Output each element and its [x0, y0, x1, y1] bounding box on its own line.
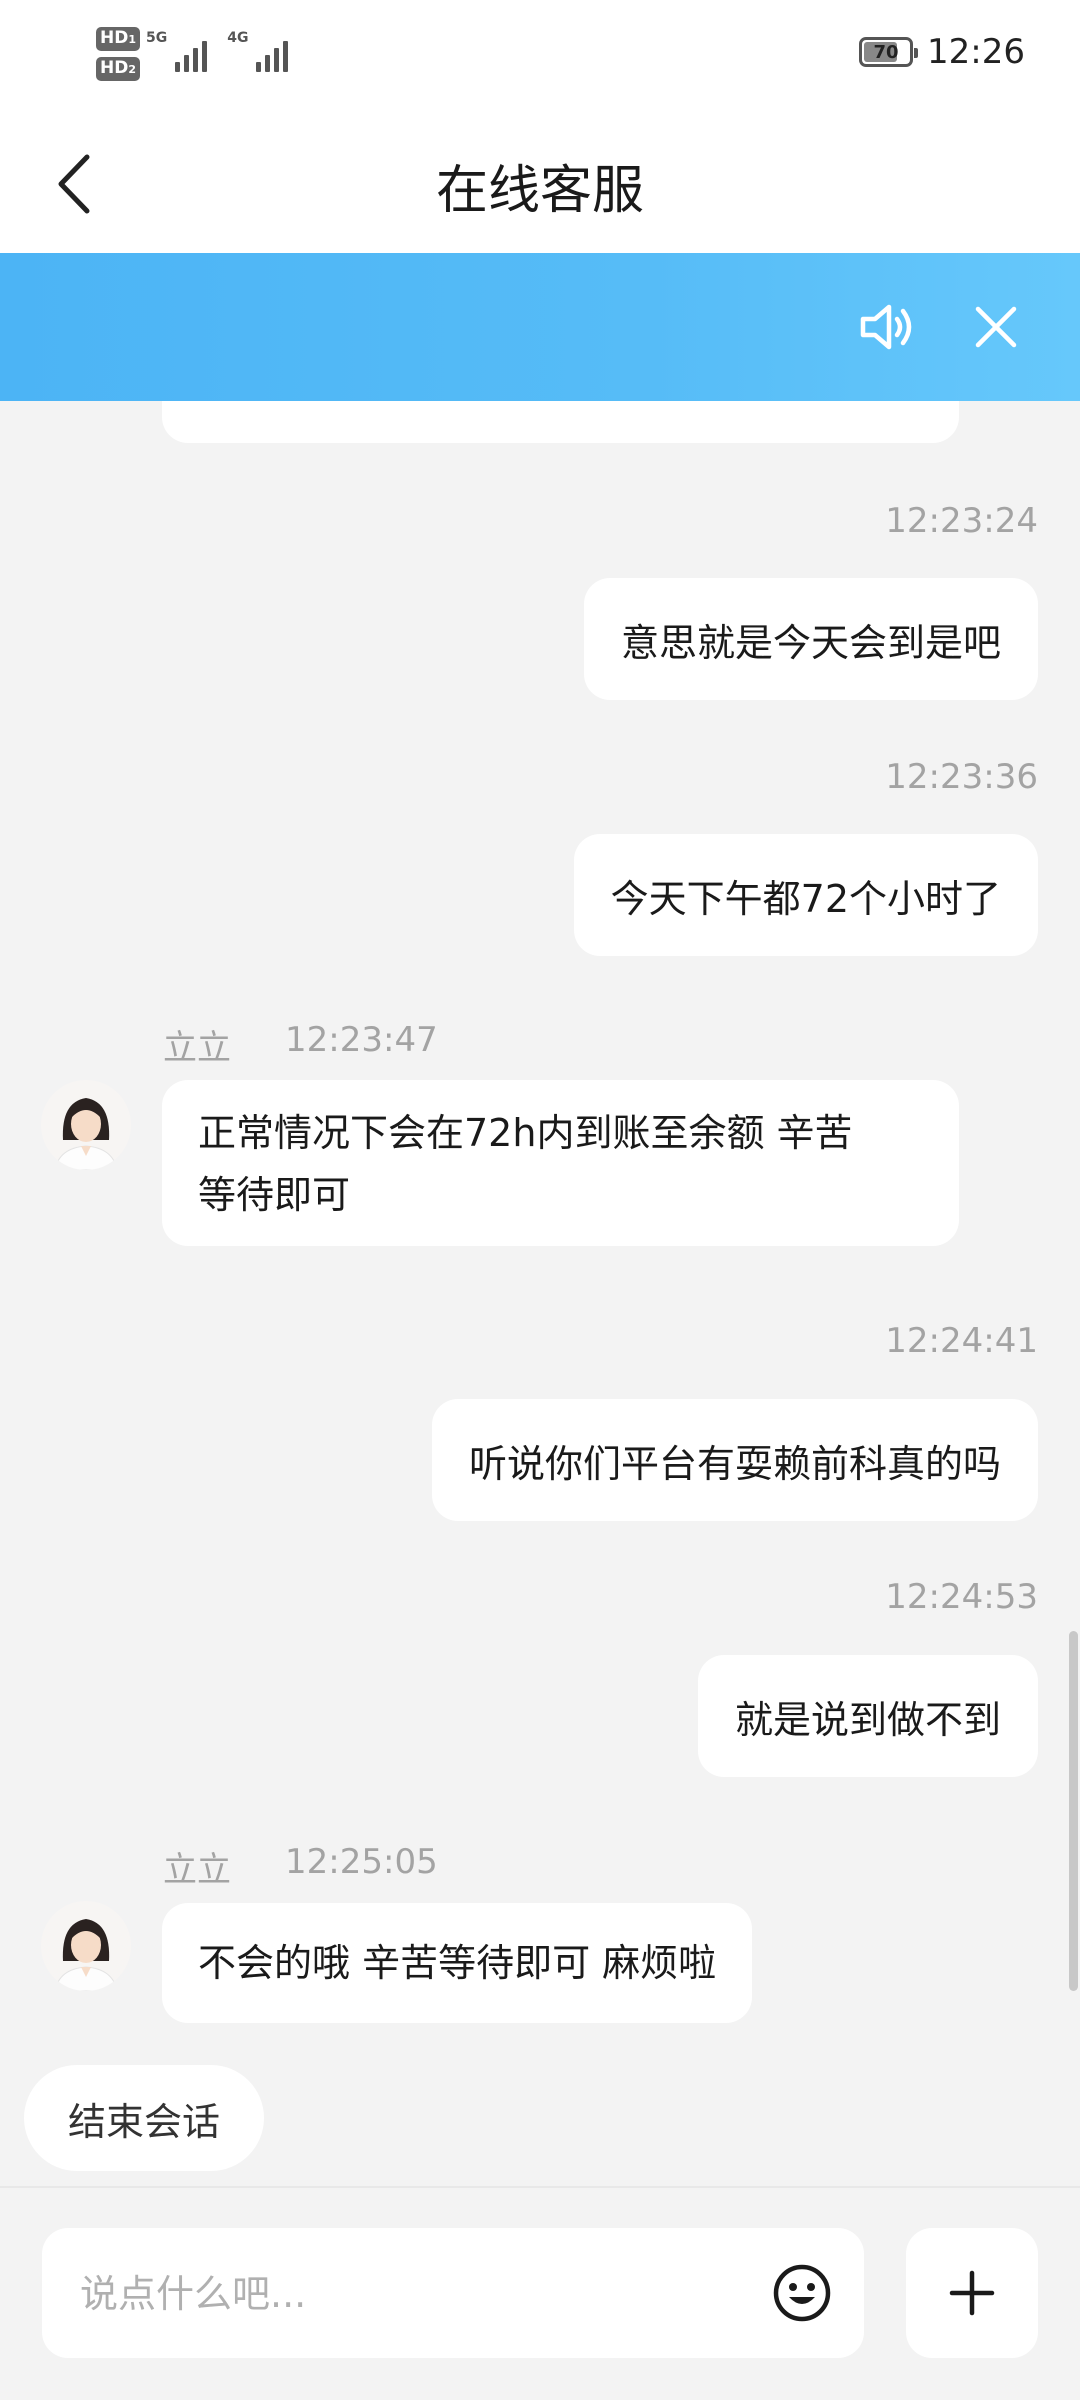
signal-indicators: HD1 HD2 5G 4G — [96, 22, 302, 86]
agent-message-bubble: 不会的哦 辛苦等待即可 麻烦啦 — [162, 1903, 753, 2023]
emoji-icon[interactable] — [770, 2261, 834, 2325]
message-text: 意思就是今天会到是吧 — [620, 620, 1001, 665]
status-bar: HD1 HD2 5G 4G 70 12:26 — [0, 0, 1080, 108]
user-message-bubble: 今天下午都72个小时了 — [573, 834, 1038, 956]
page-title: 在线客服 — [435, 161, 644, 221]
message-time: 12:23:36 — [885, 757, 1038, 797]
avatar[interactable] — [41, 1901, 131, 1991]
message-time: 12:23:47 — [285, 1020, 438, 1060]
message-text: 不会的哦 辛苦等待即可 麻烦啦 — [198, 1941, 717, 1985]
message-time: 12:23:24 — [885, 501, 1038, 541]
divider — [0, 2186, 1080, 2188]
message-text-line: 等待即可 — [198, 1173, 351, 1217]
nav-bar: 在线客服 — [0, 108, 1080, 253]
battery-icon: 70 — [859, 37, 919, 67]
message-bubble-partial — [162, 401, 959, 443]
add-attachment-button[interactable] — [906, 2228, 1038, 2358]
user-message-bubble: 听说你们平台有耍赖前科真的吗 — [431, 1399, 1038, 1521]
avatar[interactable] — [41, 1080, 131, 1170]
close-icon[interactable] — [962, 293, 1030, 361]
plus-icon — [949, 2270, 995, 2316]
message-text-line: 正常情况下会在72h内到账至余额 辛苦 — [198, 1111, 853, 1155]
agent-message-header: 立立 12:25:05 — [163, 1842, 438, 1891]
message-input[interactable] — [78, 2228, 762, 2360]
network-type-1: 5G — [146, 30, 168, 46]
speaker-icon[interactable] — [853, 293, 921, 361]
user-message-bubble: 意思就是今天会到是吧 — [583, 578, 1038, 700]
message-text: 听说你们平台有耍赖前科真的吗 — [468, 1441, 1001, 1486]
hd-badge-sim1: HD1 — [96, 27, 140, 51]
notice-banner — [0, 253, 1080, 401]
signal-bars-icon — [175, 36, 208, 72]
message-time: 12:24:41 — [885, 1321, 1038, 1361]
message-input-container[interactable] — [42, 2228, 864, 2360]
message-text: 就是说到做不到 — [734, 1697, 1001, 1742]
scrollbar[interactable] — [1069, 1631, 1078, 1991]
agent-name: 立立 — [163, 1028, 231, 1068]
network-type-2: 4G — [227, 30, 249, 46]
chat-area[interactable]: 12:23:24 意思就是今天会到是吧 12:23:36 今天下午都72个小时了… — [0, 401, 1080, 2181]
message-text: 今天下午都72个小时了 — [610, 876, 1001, 921]
hd-badge-sim2: HD2 — [96, 57, 140, 81]
message-time: 12:25:05 — [285, 1842, 438, 1882]
agent-message-header: 立立 12:23:47 — [163, 1020, 438, 1069]
message-time: 12:24:53 — [885, 1577, 1038, 1617]
user-message-bubble: 就是说到做不到 — [697, 1655, 1038, 1777]
status-time: 12:26 — [927, 32, 1025, 72]
agent-name: 立立 — [163, 1850, 231, 1890]
signal-bars-icon — [256, 36, 289, 72]
agent-message-bubble: 正常情况下会在72h内到账至余额 辛苦 等待即可 — [162, 1080, 959, 1246]
end-session-button[interactable]: 结束会话 — [24, 2065, 264, 2171]
battery-level: 70 — [873, 41, 899, 63]
